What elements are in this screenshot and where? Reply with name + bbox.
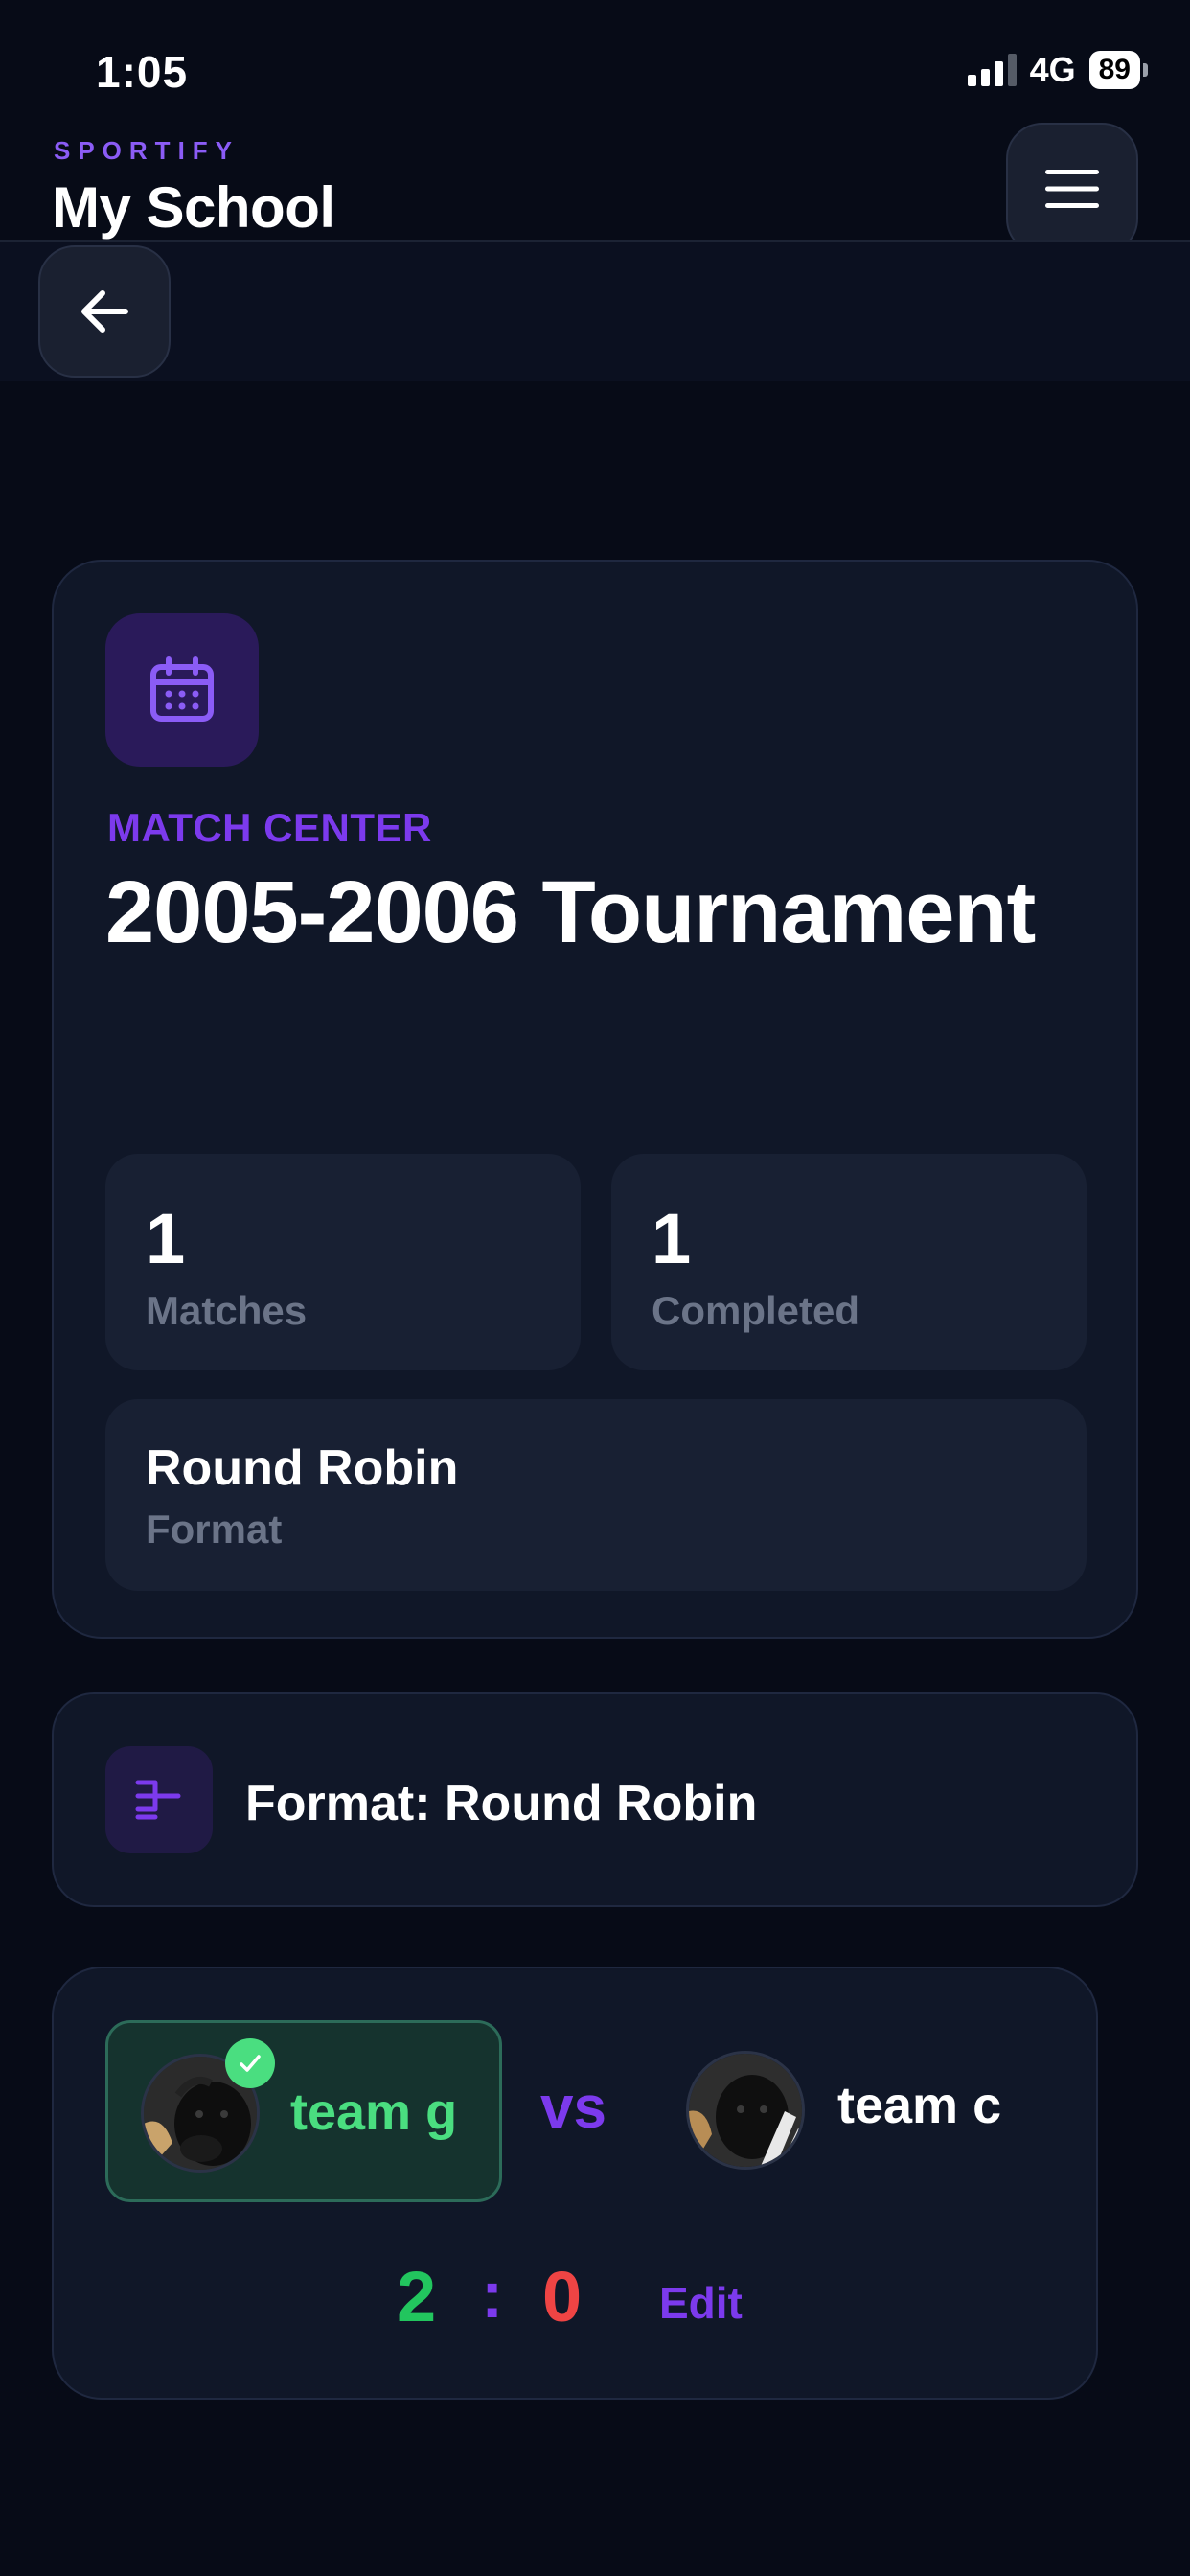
home-team-winner[interactable]: team g: [105, 2020, 502, 2202]
away-team-name: team c: [837, 2077, 1002, 2134]
stat-format: Round Robin Format: [105, 1399, 1087, 1591]
bracket-badge: [105, 1746, 213, 1853]
score-separator: :: [481, 2257, 504, 2332]
edit-score-button[interactable]: Edit: [659, 2277, 743, 2329]
back-button[interactable]: [38, 245, 171, 378]
home-team-name: team g: [290, 2083, 458, 2141]
matches-count: 1: [146, 1199, 186, 1278]
page-title: My School: [52, 175, 335, 240]
stat-completed: 1 Completed: [611, 1154, 1087, 1370]
status-time: 1:05: [96, 47, 189, 97]
away-score: 0: [542, 2257, 583, 2336]
away-team-avatar: [686, 2051, 805, 2170]
signal-icon: [967, 54, 1017, 86]
check-icon: [225, 2038, 275, 2088]
home-score: 2: [397, 2257, 437, 2336]
page: 1:05 4G 89 SPORTIFY My School MATCH CENT…: [0, 0, 1190, 2576]
calendar-icon: [150, 656, 214, 722]
battery-icon: 89: [1088, 51, 1148, 89]
stat-matches: 1 Matches: [105, 1154, 581, 1370]
calendar-badge: [105, 613, 259, 767]
format-card: Format: Round Robin: [52, 1692, 1138, 1907]
versus-label: vs: [540, 2075, 606, 2141]
network-type: 4G: [1029, 50, 1076, 89]
arrow-left-icon: [81, 290, 128, 333]
match-card[interactable]: team g vs team c 2 : 0 Edit: [52, 1966, 1098, 2400]
menu-button[interactable]: [1006, 123, 1138, 255]
bracket-icon: [135, 1780, 181, 1820]
tournament-card: MATCH CENTER 2005-2006 Tournament 1 Matc…: [52, 560, 1138, 1639]
status-bar: 1:05 4G 89: [0, 0, 1190, 134]
battery-level: 89: [1088, 51, 1140, 89]
brand-name: SPORTIFY: [54, 136, 240, 165]
navigation-bar: [0, 242, 1190, 381]
completed-count: 1: [652, 1199, 692, 1278]
section-eyebrow: MATCH CENTER: [107, 805, 432, 850]
format-description: Format: Round Robin: [245, 1776, 758, 1831]
format-value: Round Robin: [146, 1440, 459, 1496]
completed-label: Completed: [652, 1288, 860, 1333]
matches-label: Matches: [146, 1288, 308, 1333]
status-indicators: 4G 89: [967, 50, 1148, 90]
format-label: Format: [146, 1506, 283, 1552]
hamburger-menu-icon: [1045, 170, 1099, 208]
tournament-title: 2005-2006 Tournament: [105, 863, 1036, 961]
